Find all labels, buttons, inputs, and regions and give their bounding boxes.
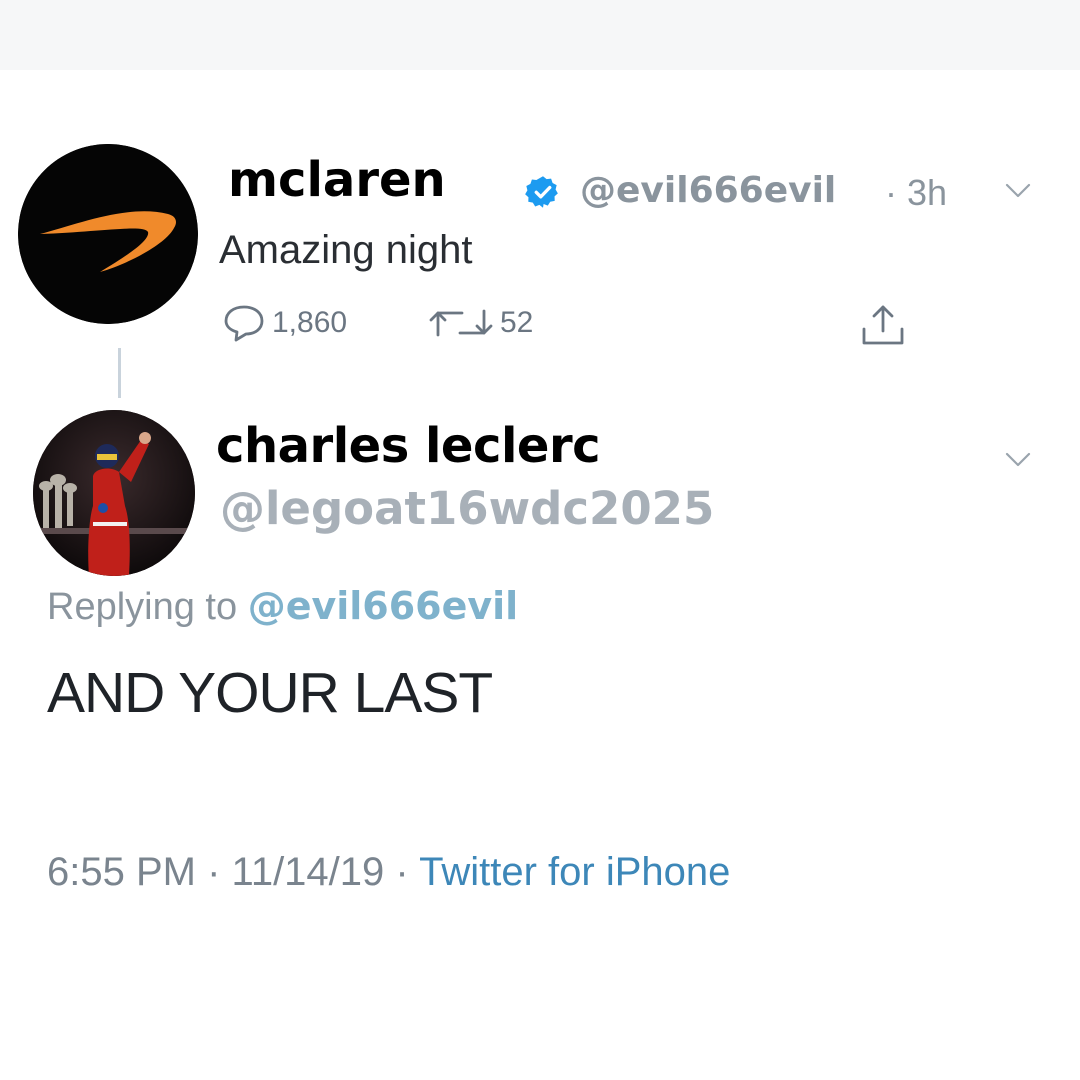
tweet-display-name[interactable]: charles leclerc <box>216 418 601 474</box>
thread-connector-line <box>118 348 121 398</box>
replying-to-mention[interactable]: @evil666evil <box>248 584 519 628</box>
driver-photo-icon <box>33 410 195 576</box>
verified-badge-icon <box>525 176 558 208</box>
reply-count: 1,860 <box>272 306 348 339</box>
meta-separator: · <box>207 850 221 894</box>
meta-separator: · <box>395 850 409 894</box>
tweet-screenshot: mclaren @evil666evil · 3h Amazing night … <box>0 0 1080 1080</box>
reply-icon <box>224 305 264 342</box>
parent-display-name[interactable]: mclaren <box>228 152 446 208</box>
parent-timestamp[interactable]: · 3h <box>885 172 947 214</box>
tweet-time: 6:55 PM <box>47 850 196 894</box>
chevron-down-icon[interactable] <box>1004 182 1032 200</box>
replying-to-line: Replying to @evil666evil <box>47 584 518 629</box>
chevron-down-icon[interactable] <box>1004 451 1032 469</box>
mclaren-avatar[interactable] <box>18 144 198 324</box>
retweet-icon <box>429 309 493 337</box>
replying-to-label: Replying to <box>47 586 238 628</box>
reply-button[interactable]: 1,860 <box>222 303 347 343</box>
share-icon <box>862 305 904 345</box>
retweet-count: 52 <box>500 306 534 339</box>
share-button[interactable] <box>858 303 908 349</box>
parent-handle[interactable]: @evil666evil <box>580 170 836 211</box>
leclerc-avatar[interactable] <box>33 410 195 576</box>
retweet-button[interactable]: 52 <box>428 305 533 341</box>
tweet-handle[interactable]: @legoat16wdc2025 <box>220 482 714 535</box>
tweet-source-link[interactable]: Twitter for iPhone <box>419 850 730 894</box>
tweet-meta: 6:55 PM · 11/14/19 · Twitter for iPhone <box>47 850 730 895</box>
tweet-text: AND YOUR LAST <box>47 661 493 725</box>
tweet-date: 11/14/19 <box>231 850 385 894</box>
mclaren-speedmark-icon <box>18 144 198 324</box>
top-band <box>0 0 1080 70</box>
parent-tweet-text: Amazing night <box>219 228 473 272</box>
